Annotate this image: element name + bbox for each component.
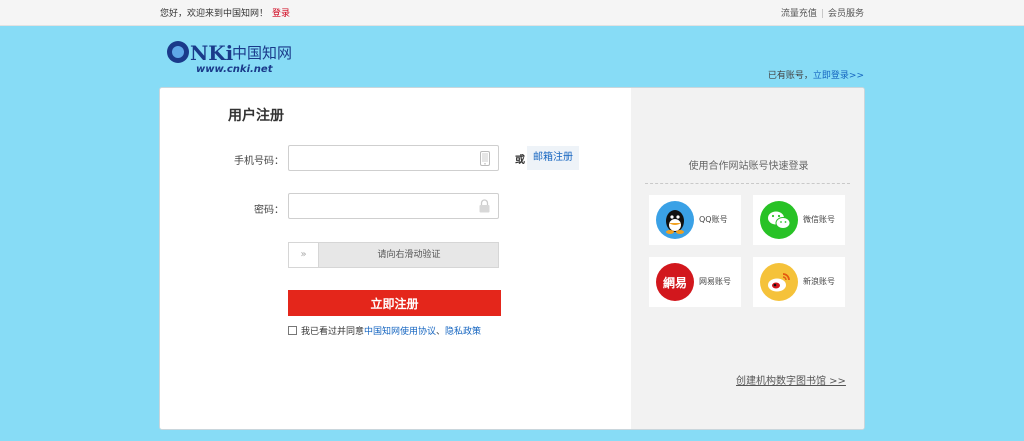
qq-icon xyxy=(656,201,694,239)
agreement-link[interactable]: 中国知网使用协议 xyxy=(364,324,436,337)
register-panel: 用户注册 手机号码： 或 邮箱注册 密码： » 请向右滑动验证 立即注册 我已看… xyxy=(159,87,865,430)
create-library-link[interactable]: 创建机构数字图书馆 >> xyxy=(736,372,846,387)
netease-login-button[interactable]: 網易 网易账号 xyxy=(649,257,741,307)
member-link[interactable]: 会员服务 xyxy=(828,9,864,19)
lock-icon xyxy=(479,199,490,216)
agreement-row: 我已看过并同意 中国知网使用协议 、 隐私政策 xyxy=(288,324,481,337)
password-field[interactable] xyxy=(288,193,499,219)
logo-text-cn: 中国知网 xyxy=(232,44,292,62)
qq-login-button[interactable]: QQ账号 xyxy=(649,195,741,245)
password-input[interactable] xyxy=(289,194,469,218)
netease-icon: 網易 xyxy=(656,263,694,301)
top-links: 流量充值 | 会员服务 xyxy=(781,6,864,19)
phone-icon xyxy=(480,151,490,169)
phone-field[interactable] xyxy=(288,145,499,171)
weibo-login-button[interactable]: 新浪账号 xyxy=(753,257,845,307)
wechat-icon xyxy=(760,201,798,239)
password-label: 密码： xyxy=(254,205,284,216)
privacy-link[interactable]: 隐私政策 xyxy=(445,324,481,337)
greeting: 您好，欢迎来到中国知网！ 登录 xyxy=(160,6,290,19)
have-account: 已有账号，立即登录>> xyxy=(768,68,864,81)
wechat-login-button[interactable]: 微信账号 xyxy=(753,195,845,245)
quick-login-divider xyxy=(645,183,850,184)
page-title: 用户注册 xyxy=(228,108,284,124)
agree-checkbox[interactable] xyxy=(288,326,297,335)
slider-hint: 请向右滑动验证 xyxy=(377,250,441,260)
agree-separator: 、 xyxy=(436,327,446,337)
recharge-link[interactable]: 流量充值 xyxy=(781,9,817,19)
weibo-icon xyxy=(760,263,798,301)
cnki-logo-image: NKi 中国知网 www.cnki.net xyxy=(167,41,292,75)
weibo-label: 新浪账号 xyxy=(803,277,835,286)
phone-label: 手机号码： xyxy=(234,156,284,167)
greeting-text: 您好，欢迎来到中国知网！ xyxy=(160,9,269,19)
have-account-text: 已有账号， xyxy=(767,71,813,81)
email-register-button[interactable]: 邮箱注册 xyxy=(527,146,579,170)
slider-handle[interactable]: » xyxy=(289,243,319,267)
svg-text:NKi: NKi xyxy=(190,41,234,65)
quick-login-title: 使用合作网站账号快速登录 xyxy=(688,161,809,172)
svg-text:網易: 網易 xyxy=(663,275,687,290)
top-separator: | xyxy=(820,9,824,19)
or-text: 或 xyxy=(515,155,525,166)
agree-text: 我已看过并同意 xyxy=(301,327,365,337)
cnki-logo[interactable]: NKi 中国知网 www.cnki.net xyxy=(166,36,316,76)
netease-label: 网易账号 xyxy=(699,277,731,286)
top-bar: 您好，欢迎来到中国知网！ 登录 流量充值 | 会员服务 xyxy=(0,0,1024,26)
login-now-link[interactable]: 立即登录>> xyxy=(813,71,864,81)
wechat-label: 微信账号 xyxy=(803,215,835,224)
slide-verify[interactable]: » 请向右滑动验证 xyxy=(288,242,499,268)
logo-url: www.cnki.net xyxy=(196,64,274,75)
qq-label: QQ账号 xyxy=(699,215,728,224)
register-button[interactable]: 立即注册 xyxy=(288,290,501,316)
top-login-link[interactable]: 登录 xyxy=(272,9,290,19)
phone-input[interactable] xyxy=(289,146,469,170)
